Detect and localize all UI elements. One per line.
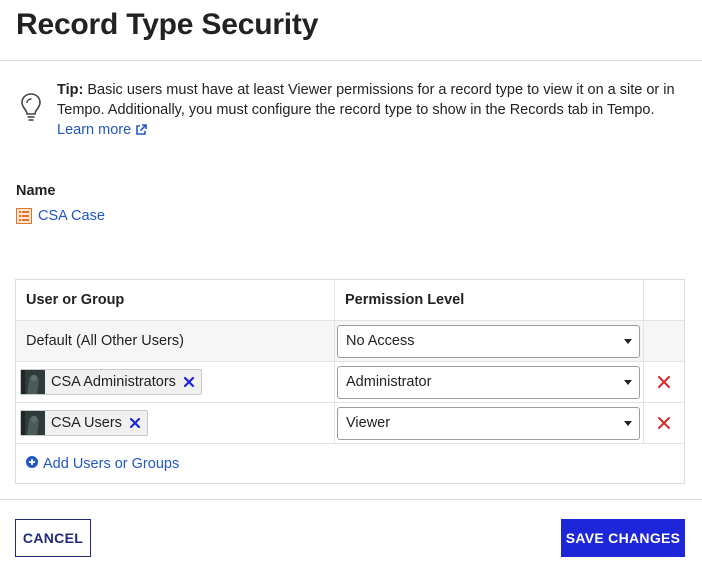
permission-dropdown[interactable]: Viewer	[337, 406, 640, 440]
add-users-or-groups-link[interactable]: Add Users or Groups	[26, 455, 180, 472]
add-circle-icon	[26, 455, 38, 472]
delete-row-icon[interactable]	[657, 416, 671, 430]
remove-pill-icon[interactable]	[183, 376, 195, 388]
cancel-button[interactable]: CANCEL	[15, 519, 91, 557]
header-permission-level: Permission Level	[335, 280, 644, 320]
permission-value: No Access	[346, 333, 415, 349]
footer-divider	[0, 499, 702, 500]
chevron-down-icon	[624, 379, 632, 385]
learn-more-label: Learn more	[57, 122, 132, 138]
group-pill: CSA Users	[20, 410, 148, 436]
dialog-title: Record Type Security	[16, 8, 319, 41]
group-avatar	[21, 370, 45, 394]
record-type-name: CSA Case	[38, 208, 105, 224]
record-type-link[interactable]: CSA Case	[16, 208, 105, 224]
grid-header: User or Group Permission Level	[16, 280, 684, 321]
table-row: CSA Users Viewer	[16, 403, 684, 444]
tip-body: Basic users must have at least Viewer pe…	[57, 82, 675, 118]
header-user-or-group: User or Group	[16, 280, 335, 320]
chevron-down-icon	[624, 420, 632, 426]
group-name: CSA Administrators	[51, 374, 176, 390]
name-label: Name	[16, 183, 56, 199]
group-pill: CSA Administrators	[20, 369, 202, 395]
tip-label: Tip:	[57, 82, 84, 98]
record-type-icon	[16, 208, 32, 224]
external-link-icon	[135, 122, 147, 142]
grid-footer: Add Users or Groups	[16, 444, 684, 483]
tip-text: Tip: Basic users must have at least View…	[57, 80, 697, 142]
permission-value: Administrator	[346, 374, 432, 390]
learn-more-link[interactable]: Learn more	[57, 122, 147, 138]
default-users-label: Default (All Other Users)	[16, 321, 335, 361]
delete-row-icon[interactable]	[657, 375, 671, 389]
group-name: CSA Users	[51, 415, 122, 431]
add-users-label: Add Users or Groups	[43, 455, 180, 472]
save-changes-button[interactable]: SAVE CHANGES	[561, 519, 685, 557]
permission-dropdown[interactable]: No Access	[337, 324, 640, 358]
permission-dropdown[interactable]: Administrator	[337, 365, 640, 399]
table-row: Default (All Other Users) No Access	[16, 321, 684, 362]
security-grid: User or Group Permission Level Default (…	[15, 279, 685, 484]
lightbulb-icon	[20, 92, 42, 124]
header-divider	[0, 60, 702, 61]
permission-value: Viewer	[346, 415, 391, 431]
chevron-down-icon	[624, 338, 632, 344]
group-avatar	[21, 411, 45, 435]
remove-pill-icon[interactable]	[129, 417, 141, 429]
table-row: CSA Administrators Administrator	[16, 362, 684, 403]
